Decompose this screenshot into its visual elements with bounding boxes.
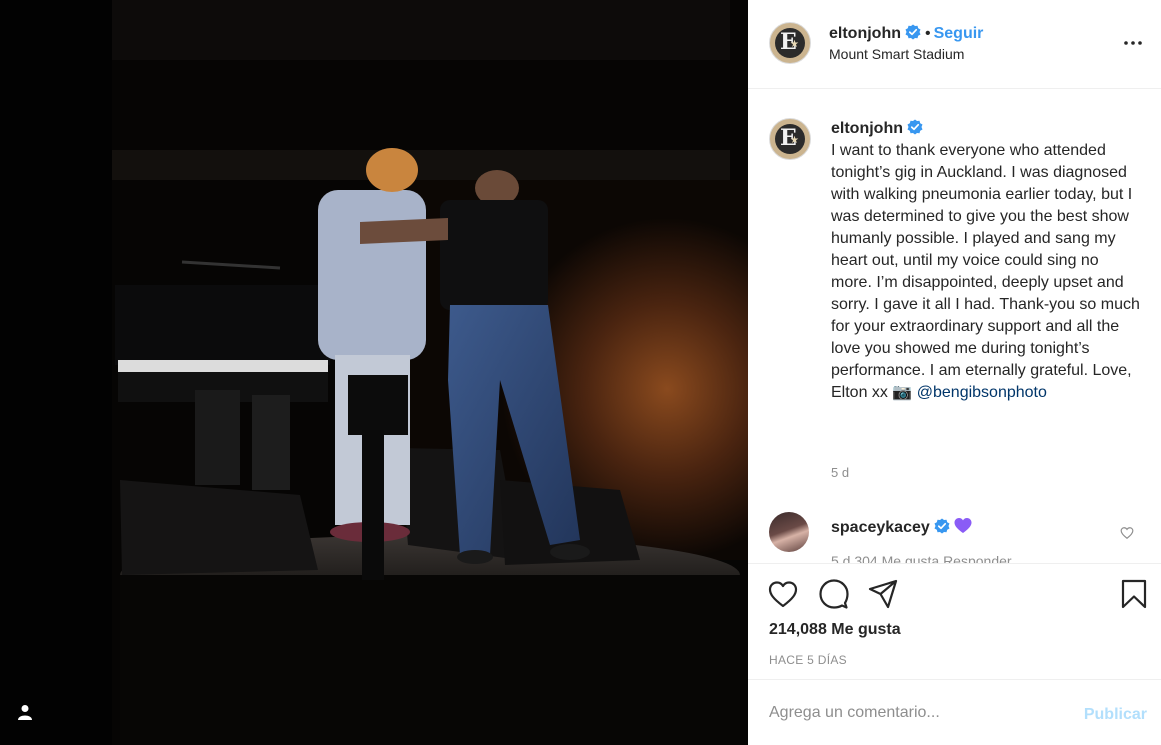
comment-meta-row: 5 d 304 Me gusta Responder (831, 553, 1012, 563)
verified-badge-icon (907, 119, 923, 135)
post-photo[interactable] (0, 0, 748, 745)
verified-badge-icon (905, 24, 921, 40)
post-caption: eltonjohn I want to thank everyone who a… (831, 118, 1141, 404)
avatar-star-icon: ★ (790, 135, 799, 146)
author-avatar[interactable]: E ★ (769, 22, 811, 64)
caption-timestamp[interactable]: 5 d (831, 465, 849, 480)
purple-heart-icon (954, 518, 972, 533)
heart-outline-icon (768, 581, 798, 608)
post-location[interactable]: Mount Smart Stadium (829, 46, 964, 62)
post-actions: 214,088 Me gusta HACE 5 DÍAS (748, 563, 1161, 678)
comment-item: spaceykacey 5 d 304 Me gusta Responder (748, 505, 1161, 563)
mention-link[interactable]: @bengibsonphoto (917, 384, 1047, 401)
share-button[interactable] (866, 577, 900, 611)
add-comment-form: Publicar (748, 679, 1161, 745)
separator-dot: • (924, 25, 931, 42)
post-timestamp[interactable]: HACE 5 DÍAS (769, 653, 847, 667)
user-tag-button[interactable] (18, 704, 44, 730)
commenter-avatar[interactable] (769, 512, 809, 552)
bookmark-icon (1121, 579, 1147, 609)
camera-emoji-icon: 📷 (892, 384, 913, 401)
post-header: E ★ eltonjohn • Seguir Mount Smart Stadium (748, 0, 1161, 89)
caption-username[interactable]: eltonjohn (831, 120, 903, 137)
follow-button[interactable]: Seguir (934, 25, 984, 42)
comments-scroll-area[interactable]: E ★ eltonjohn I want to thank everyone w… (748, 89, 1161, 563)
likes-count[interactable]: 214,088 Me gusta (769, 621, 901, 639)
header-title-row: eltonjohn • Seguir (829, 24, 983, 43)
verified-badge-icon (934, 518, 950, 534)
comment-bubble-icon (819, 579, 849, 609)
more-options-icon (1124, 41, 1142, 45)
publish-button[interactable]: Publicar (1084, 706, 1147, 724)
concert-photo-illustration (0, 0, 748, 745)
person-icon (18, 705, 32, 720)
comment-header: spaceykacey (831, 517, 972, 537)
caption-author-avatar[interactable]: E ★ (769, 118, 811, 160)
comment-button[interactable] (817, 577, 851, 611)
like-button[interactable] (766, 577, 800, 611)
caption-body: I want to thank everyone who attended to… (831, 142, 1140, 401)
post-sidebar: E ★ eltonjohn • Seguir Mount Smart Stadium… (748, 0, 1161, 745)
paper-plane-icon (868, 579, 898, 609)
comment-input[interactable] (769, 702, 1059, 724)
commenter-username[interactable]: spaceykacey (831, 519, 930, 536)
author-username[interactable]: eltonjohn (829, 25, 901, 42)
more-options-button[interactable] (1123, 33, 1143, 53)
comment-like-icon[interactable] (1120, 526, 1134, 540)
avatar-star-icon: ★ (790, 39, 799, 50)
save-button[interactable] (1117, 577, 1151, 611)
